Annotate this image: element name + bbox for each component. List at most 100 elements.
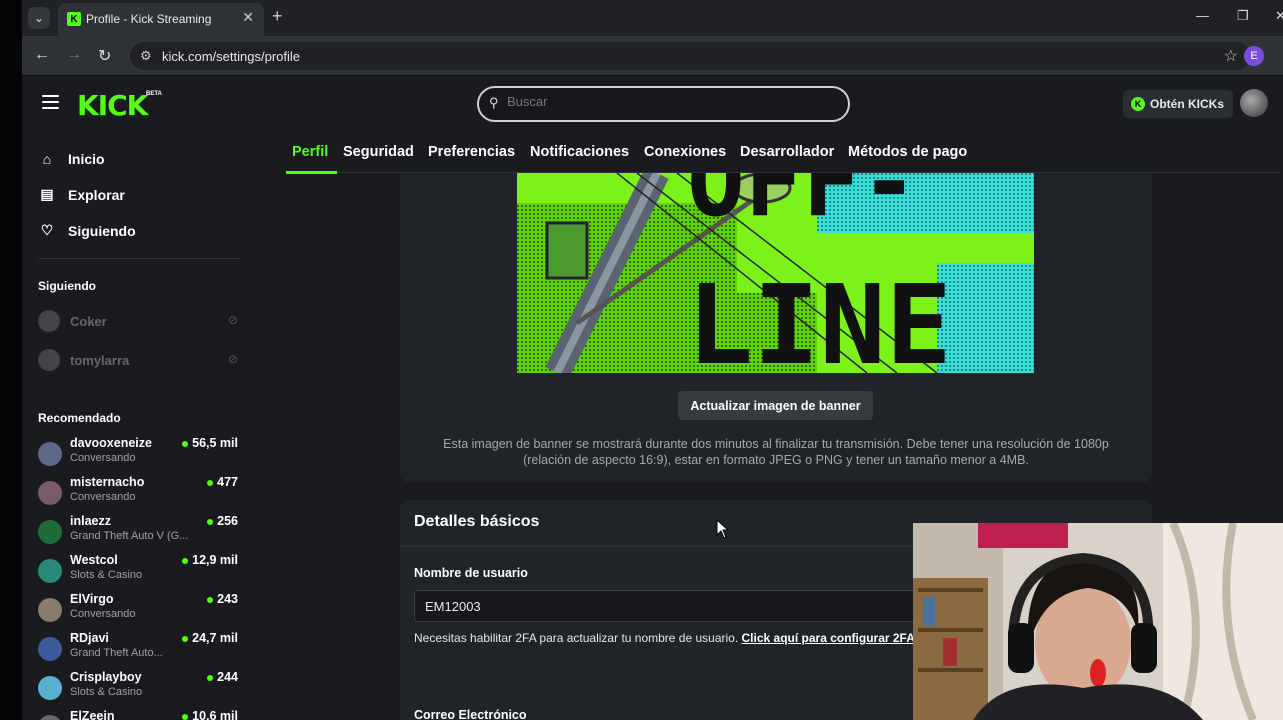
beta-badge: BETA [146, 91, 162, 97]
heart-icon: ♡ [40, 222, 54, 238]
search-input[interactable] [507, 94, 807, 109]
tab-seguridad[interactable]: Seguridad [343, 144, 414, 160]
avatar [38, 481, 62, 505]
viewer-count: 477 [207, 475, 238, 489]
viewer-count-value: 10,6 mil [192, 709, 238, 720]
recommended-item[interactable]: Westcol Slots & Casino 12,9 mil [38, 553, 238, 587]
explore-icon: ▤ [40, 186, 54, 202]
channel-name: ElVirgo [70, 592, 114, 606]
viewer-count-value: 12,9 mil [192, 553, 238, 567]
live-dot-icon [207, 674, 214, 681]
recommended-item[interactable]: ElZeein 10,6 mil [38, 709, 238, 720]
channel-name: Crisplayboy [70, 670, 142, 684]
viewer-count-value: 24,7 mil [192, 631, 238, 645]
browser-tab-active[interactable]: K Profile - Kick Streaming ✕ [58, 3, 264, 36]
following-item[interactable]: tomylarra ⊘ [38, 349, 238, 373]
home-icon: ⌂ [42, 151, 52, 167]
channel-name: tomylarra [70, 353, 130, 368]
hint-text: Necesitas habilitar 2FA para actualizar … [414, 631, 742, 645]
restore-icon[interactable]: ❐ [1237, 8, 1249, 24]
forward-icon[interactable]: → [66, 46, 82, 64]
sidebar-item-label: Explorar [68, 186, 125, 203]
tab-conexiones[interactable]: Conexiones [644, 144, 726, 160]
channel-category: Conversando [70, 491, 136, 503]
sidebar-item-inicio[interactable]: ⌂ Inicio [38, 151, 105, 167]
recommended-heading: Recomendado [38, 411, 121, 425]
site-header: KICK BETA ⚲ K Obtén KICKs [22, 77, 1283, 133]
recommended-item[interactable]: misternacho Conversando 477 [38, 475, 238, 509]
site-settings-icon[interactable]: ⚙ [140, 48, 152, 64]
new-tab-button[interactable]: + [272, 6, 283, 27]
configure-2fa-link[interactable]: Click aquí para configurar 2FA [742, 631, 915, 645]
tab-search-button[interactable]: ⌄ [28, 7, 50, 29]
tab-perfil[interactable]: Perfil [292, 144, 328, 160]
live-dot-icon [207, 518, 214, 525]
recommended-item[interactable]: davooxeneize Conversando 56,5 mil [38, 436, 238, 470]
following-heading: Siguiendo [38, 279, 96, 293]
browser-profile-avatar[interactable]: E [1244, 46, 1264, 66]
sidebar-item-siguiendo[interactable]: ♡ Siguiendo [38, 222, 136, 239]
sidebar: ⌂ Inicio ▤ Explorar ♡ Siguiendo Siguiend… [22, 133, 262, 720]
live-dot-icon [182, 635, 189, 642]
reload-icon[interactable]: ↻ [98, 46, 111, 66]
tab-close-icon[interactable]: ✕ [242, 9, 254, 26]
settings-tabs: Perfil Seguridad Preferencias Notificaci… [285, 133, 1280, 174]
live-dot-icon [182, 440, 189, 447]
channel-name: Westcol [70, 553, 118, 567]
viewer-count-value: 244 [217, 670, 238, 684]
search-icon: ⚲ [489, 95, 499, 110]
avatar [38, 349, 60, 371]
sidebar-item-explorar[interactable]: ▤ Explorar [38, 186, 125, 203]
kick-logo[interactable]: KICK [77, 89, 148, 122]
viewer-count: 24,7 mil [182, 631, 238, 645]
channel-category: Slots & Casino [70, 686, 143, 698]
window-close-icon[interactable]: ✕ [1275, 8, 1283, 24]
avatar [38, 637, 62, 661]
avatar [38, 715, 62, 720]
following-item[interactable]: Coker ⊘ [38, 310, 238, 334]
live-dot-icon [182, 557, 189, 564]
viewer-count-value: 243 [217, 592, 238, 606]
update-banner-button[interactable]: Actualizar imagen de banner [678, 391, 873, 420]
avatar [38, 520, 62, 544]
channel-category: Grand Theft Auto... [70, 647, 163, 659]
channel-category: Slots & Casino [70, 569, 143, 581]
live-dot-icon [182, 713, 189, 720]
avatar [38, 442, 62, 466]
username-hint: Necesitas habilitar 2FA para actualizar … [414, 631, 915, 645]
viewer-count-value: 56,5 mil [192, 436, 238, 450]
recommended-item[interactable]: ElVirgo Conversando 243 [38, 592, 238, 626]
active-tab-indicator [286, 171, 337, 174]
tab-notificaciones[interactable]: Notificaciones [530, 144, 629, 160]
channel-category: Grand Theft Auto V (G... [70, 530, 189, 542]
channel-name: Coker [70, 314, 107, 329]
desktop-edge [0, 0, 22, 720]
recommended-item[interactable]: RDjavi Grand Theft Auto... 24,7 mil [38, 631, 238, 665]
user-avatar[interactable] [1240, 89, 1268, 117]
mouse-cursor-icon [716, 519, 730, 539]
offline-icon: ⊘ [227, 352, 238, 366]
address-bar: ← → ↻ ⚙ kick.com/settings/profile ☆ E [22, 36, 1283, 76]
banner-text-off: OFF- [687, 173, 918, 238]
search-box[interactable]: ⚲ [477, 86, 850, 122]
menu-icon[interactable] [42, 95, 59, 109]
viewer-count: 56,5 mil [182, 436, 238, 450]
live-dot-icon [207, 596, 214, 603]
recommended-item[interactable]: inlaezz Grand Theft Auto V (G... 256 [38, 514, 238, 548]
channel-name: davooxeneize [70, 436, 152, 450]
tab-title: Profile - Kick Streaming [86, 12, 212, 26]
back-icon[interactable]: ← [34, 46, 50, 64]
tab-preferencias[interactable]: Preferencias [428, 144, 515, 160]
bookmark-star-icon[interactable]: ☆ [1224, 46, 1238, 66]
avatar [38, 676, 62, 700]
url-field[interactable]: ⚙ kick.com/settings/profile ☆ [130, 42, 1250, 70]
tab-metodos-de-pago[interactable]: Métodos de pago [848, 144, 967, 160]
url-text: kick.com/settings/profile [162, 49, 300, 64]
tab-desarrollador[interactable]: Desarrollador [740, 144, 834, 160]
sidebar-divider [38, 258, 240, 259]
channel-category: Conversando [70, 452, 136, 464]
minimize-icon[interactable]: — [1196, 8, 1209, 23]
offline-banner-image: OFF- LINE [517, 173, 1034, 373]
get-kicks-button[interactable]: K Obtén KICKs [1123, 90, 1233, 118]
recommended-item[interactable]: Crisplayboy Slots & Casino 244 [38, 670, 238, 704]
